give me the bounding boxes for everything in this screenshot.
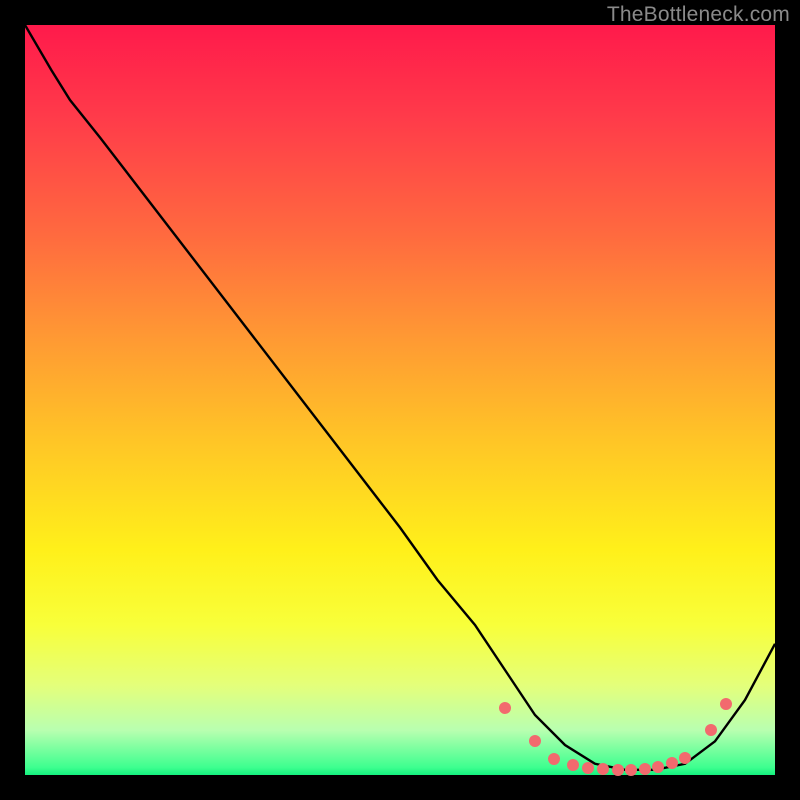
watermark-text: TheBottleneck.com xyxy=(607,3,790,27)
bottleneck-curve xyxy=(25,25,775,770)
curve-marker xyxy=(582,762,594,774)
curve-marker xyxy=(597,763,609,775)
curve-marker xyxy=(548,753,560,765)
curve-marker xyxy=(679,752,691,764)
plot-area xyxy=(25,25,775,775)
curve-marker xyxy=(499,702,511,714)
curve-marker xyxy=(652,761,664,773)
curve-marker xyxy=(639,763,651,775)
curve-marker xyxy=(612,764,624,776)
chart-stage: TheBottleneck.com xyxy=(0,0,800,800)
curve-marker xyxy=(720,698,732,710)
curve-layer xyxy=(25,25,775,775)
curve-marker xyxy=(666,757,678,769)
curve-marker xyxy=(625,764,637,776)
curve-marker xyxy=(567,759,579,771)
